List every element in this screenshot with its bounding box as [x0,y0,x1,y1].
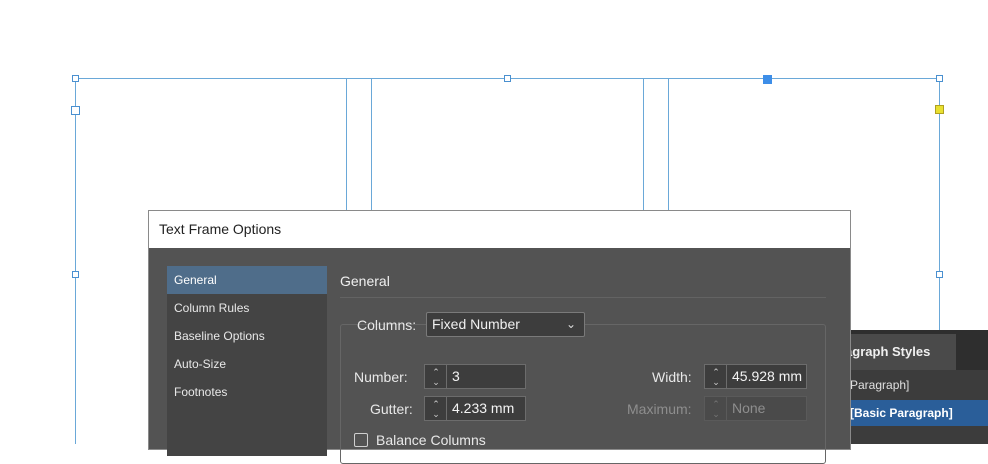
maximum-field: None [726,396,807,421]
dialog-sidebar: General Column Rules Baseline Options Au… [167,266,327,456]
sidebar-item-general[interactable]: General [167,266,327,294]
columns-label: Columns: [357,317,417,333]
style-list-item-selected[interactable]: [Basic Paragraph] [838,400,988,426]
tab-paragraph-styles[interactable]: ragraph Styles [838,334,956,370]
stepper-up-icon[interactable]: ⌃ [430,367,442,377]
resize-handle-middle-left[interactable] [72,271,79,278]
number-stepper[interactable]: ⌃ ⌄ [424,364,447,389]
column-guide [643,78,644,218]
maximum-label: Maximum: [627,401,692,417]
gutter-stepper[interactable]: ⌃ ⌄ [424,396,447,421]
stepper-up-icon: ⌃ [712,399,720,409]
stepper-up-icon[interactable]: ⌃ [710,367,722,377]
section-divider [340,297,826,298]
column-guide [668,78,669,218]
columns-select[interactable]: Fixed Number ⌄ [426,312,585,337]
section-title: General [340,273,390,289]
number-field[interactable]: 3 [446,364,526,389]
selected-anchor-handle[interactable] [763,75,772,84]
in-port-handle[interactable] [71,106,80,115]
maximum-stepper: ⌃ ⌄ [704,396,727,421]
sidebar-item-footnotes[interactable]: Footnotes [167,378,327,406]
sidebar-item-column-rules[interactable]: Column Rules [167,294,327,322]
text-frame-options-dialog: Text Frame Options General Column Rules … [148,210,851,464]
stepper-down-icon[interactable]: ⌄ [430,377,442,387]
resize-handle-top-center[interactable] [504,75,511,82]
balance-columns-label: Balance Columns [376,432,486,448]
width-label: Width: [652,369,692,385]
style-list-item[interactable]: Paragraph] [838,372,988,398]
corner-options-handle[interactable] [935,105,944,114]
gutter-label: Gutter: [370,401,413,417]
column-guide [371,78,372,218]
stepper-down-icon[interactable]: ⌄ [430,409,442,419]
panel-tab-bar: ragraph Styles [838,330,988,370]
dialog-title: Text Frame Options [149,211,850,248]
stepper-up-icon[interactable]: ⌃ [430,399,442,409]
width-stepper[interactable]: ⌃ ⌄ [704,364,727,389]
chevron-down-icon: ⌄ [565,317,576,331]
number-label: Number: [354,369,408,385]
resize-handle-top-right[interactable] [936,75,943,82]
resize-handle-top-left[interactable] [72,75,79,82]
balance-columns-checkbox[interactable] [354,433,368,447]
sidebar-item-baseline-options[interactable]: Baseline Options [167,322,327,350]
stepper-down-icon[interactable]: ⌄ [710,377,722,387]
width-field[interactable]: 45.928 mm [726,364,807,389]
resize-handle-middle-right[interactable] [936,271,943,278]
stepper-down-icon: ⌄ [712,409,720,419]
gutter-field[interactable]: 4.233 mm [446,396,526,421]
columns-select-value: Fixed Number [432,316,520,332]
sidebar-item-auto-size[interactable]: Auto-Size [167,350,327,378]
column-guide [346,78,347,218]
frame-left-edge [75,78,76,444]
paragraph-styles-panel: ragraph Styles Paragraph] [Basic Paragra… [838,330,988,444]
